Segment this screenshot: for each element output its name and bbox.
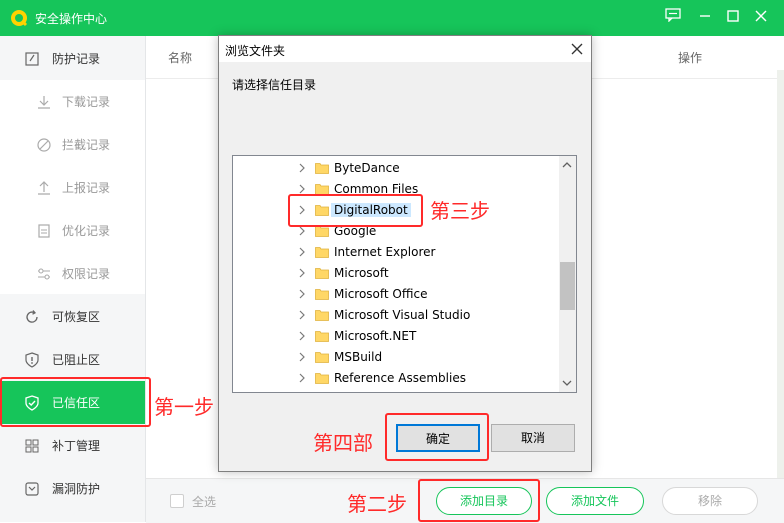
title-bar: 安全操作中心 bbox=[0, 0, 784, 36]
sidebar-item-permission-records[interactable]: 权限记录 bbox=[0, 252, 145, 295]
feedback-icon[interactable] bbox=[663, 8, 683, 28]
chevron-right-icon[interactable] bbox=[297, 372, 307, 384]
column-operation: 操作 bbox=[678, 51, 703, 65]
select-all-checkbox[interactable] bbox=[170, 494, 184, 508]
folder-name: ByteDance bbox=[334, 161, 400, 175]
chevron-right-icon[interactable] bbox=[297, 288, 307, 300]
sidebar-item-label: 下载记录 bbox=[62, 95, 111, 109]
sidebar-item-label: 可恢复区 bbox=[52, 310, 101, 324]
cancel-button[interactable]: 取消 bbox=[491, 424, 575, 452]
chevron-right-icon[interactable] bbox=[297, 267, 307, 279]
scroll-down-icon[interactable] bbox=[562, 378, 572, 388]
sidebar-item-patch-management[interactable]: 补丁管理 bbox=[0, 424, 145, 467]
sidebar-item-block-records[interactable]: 拦截记录 bbox=[0, 123, 145, 166]
tree-row[interactable]: Microsoft Office bbox=[233, 284, 559, 305]
folder-icon bbox=[315, 310, 329, 321]
main-scroll-edge bbox=[777, 70, 784, 490]
record-icon bbox=[24, 51, 40, 67]
clipboard-icon bbox=[36, 223, 52, 239]
folder-icon bbox=[315, 331, 329, 342]
sidebar-item-label: 漏洞防护 bbox=[52, 482, 101, 496]
scroll-up-icon[interactable] bbox=[562, 160, 572, 170]
tree-row[interactable]: Microsoft.NET bbox=[233, 326, 559, 347]
download-icon bbox=[36, 94, 52, 110]
tree-row[interactable]: Reference Assemblies bbox=[233, 368, 559, 389]
sidebar-item-label: 防护记录 bbox=[52, 52, 101, 66]
sidebar-item-label: 权限记录 bbox=[62, 267, 111, 281]
folder-tree[interactable]: ByteDance Common Files DigitalRobot Google I… bbox=[232, 155, 577, 393]
folder-icon bbox=[315, 373, 329, 384]
sidebar-item-label: 上报记录 bbox=[62, 181, 111, 195]
remove-button[interactable]: 移除 bbox=[662, 487, 758, 515]
annotation-box-step3 bbox=[288, 194, 423, 227]
chevron-right-icon[interactable] bbox=[297, 246, 307, 258]
app-logo-icon bbox=[11, 10, 28, 27]
select-all-label: 全选 bbox=[192, 495, 217, 509]
sidebar-item-vulnerability-protection[interactable]: 漏洞防护 bbox=[0, 467, 145, 510]
sidebar-item-label: 拦截记录 bbox=[62, 138, 111, 152]
folder-icon bbox=[315, 352, 329, 363]
sidebar-item-label: 已阻止区 bbox=[52, 353, 101, 367]
sidebar: 防护记录 下载记录 拦截记录 上报记录 优化记录 权限记录 可恢复区 已阻止区 … bbox=[0, 36, 146, 522]
tree-row[interactable]: MSBuild bbox=[233, 347, 559, 368]
annotation-step3: 第三步 bbox=[430, 199, 490, 223]
sidebar-item-label: 补丁管理 bbox=[52, 439, 101, 453]
annotation-box-step1 bbox=[0, 377, 151, 427]
tree-scrollbar[interactable] bbox=[559, 156, 576, 392]
minimize-icon[interactable] bbox=[695, 8, 715, 28]
upload-icon bbox=[36, 180, 52, 196]
tree-row[interactable]: Internet Explorer bbox=[233, 242, 559, 263]
dialog-close-icon[interactable] bbox=[571, 39, 583, 59]
tree-row[interactable]: Microsoft Visual Studio bbox=[233, 305, 559, 326]
sidebar-item-label: 优化记录 bbox=[62, 224, 111, 238]
add-file-button[interactable]: 添加文件 bbox=[546, 487, 644, 515]
column-name: 名称 bbox=[168, 51, 193, 65]
folder-icon bbox=[315, 247, 329, 258]
close-icon[interactable] bbox=[751, 8, 771, 28]
annotation-step2: 第二步 bbox=[347, 492, 407, 516]
folder-name: Reference Assemblies bbox=[334, 371, 466, 385]
folder-name: Microsoft Visual Studio bbox=[334, 308, 471, 322]
block-icon bbox=[36, 137, 52, 153]
browse-folder-dialog: 浏览文件夹 请选择信任目录 ByteDance Common Files Digit… bbox=[218, 35, 592, 472]
annotation-box-step4 bbox=[385, 413, 489, 461]
dialog-title-bar: 浏览文件夹 bbox=[219, 36, 591, 62]
bug-shield-icon bbox=[24, 481, 40, 497]
dialog-prompt: 请选择信任目录 bbox=[232, 78, 317, 92]
sidebar-item-blocked-zone[interactable]: 已阻止区 bbox=[0, 338, 145, 381]
shield-alert-icon bbox=[24, 351, 40, 368]
folder-name: Microsoft.NET bbox=[334, 329, 417, 343]
sidebar-item-protection-records[interactable]: 防护记录 bbox=[0, 37, 145, 80]
annotation-box-step2 bbox=[418, 479, 540, 522]
chevron-right-icon[interactable] bbox=[297, 162, 307, 174]
folder-name: Microsoft bbox=[334, 266, 389, 280]
folder-icon bbox=[315, 163, 329, 174]
sidebar-item-recoverable-zone[interactable]: 可恢复区 bbox=[0, 295, 145, 338]
sliders-icon bbox=[36, 266, 52, 282]
scroll-thumb[interactable] bbox=[560, 262, 575, 310]
folder-icon bbox=[315, 268, 329, 279]
sidebar-item-download-records[interactable]: 下载记录 bbox=[0, 80, 145, 123]
annotation-step4: 第四部 bbox=[313, 431, 373, 455]
folder-name: Microsoft Office bbox=[334, 287, 428, 301]
folder-name: Internet Explorer bbox=[334, 245, 436, 259]
chevron-right-icon[interactable] bbox=[297, 309, 307, 321]
folder-name: MSBuild bbox=[334, 350, 383, 364]
annotation-step1: 第一步 bbox=[154, 395, 214, 419]
app-title: 安全操作中心 bbox=[35, 12, 108, 26]
sidebar-item-report-records[interactable]: 上报记录 bbox=[0, 166, 145, 209]
grid-icon bbox=[24, 438, 40, 454]
maximize-icon[interactable] bbox=[723, 8, 743, 28]
chevron-right-icon[interactable] bbox=[297, 351, 307, 363]
restore-icon bbox=[24, 309, 40, 325]
folder-icon bbox=[315, 289, 329, 300]
dialog-title: 浏览文件夹 bbox=[225, 44, 286, 58]
chevron-right-icon[interactable] bbox=[297, 330, 307, 342]
tree-row[interactable]: Microsoft bbox=[233, 263, 559, 284]
tree-row[interactable]: ByteDance bbox=[233, 158, 559, 179]
sidebar-item-optimize-records[interactable]: 优化记录 bbox=[0, 209, 145, 252]
